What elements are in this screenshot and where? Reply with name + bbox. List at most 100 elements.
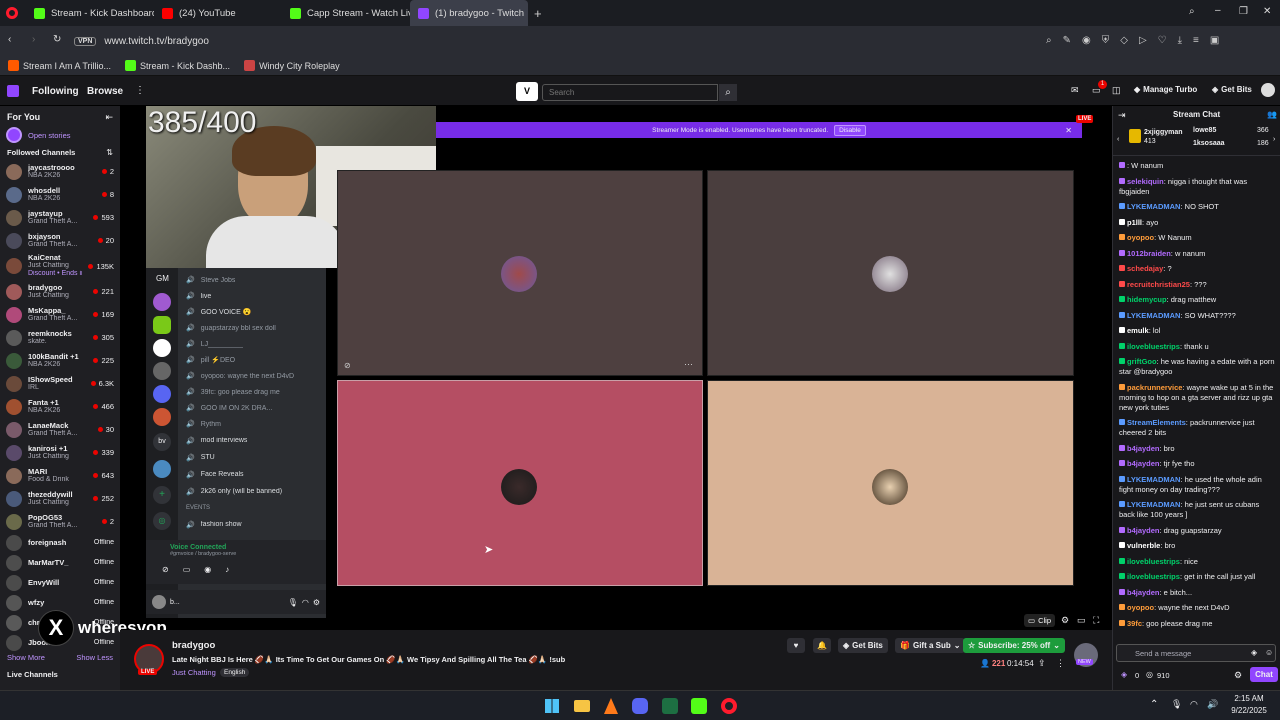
notification-bell-button[interactable]: 🔔 <box>813 638 831 653</box>
forward-icon[interactable]: › <box>32 35 35 45</box>
download-icon[interactable]: ⤓ <box>1178 35 1182 46</box>
discord-taskbar-icon[interactable] <box>632 698 648 714</box>
server-icon-6[interactable] <box>153 408 171 426</box>
chat-username[interactable]: ilovebluestrips <box>1127 557 1180 566</box>
bits-input-icon[interactable]: ◈ <box>1251 648 1257 657</box>
discord-channel-row[interactable]: 🔊 mod interviews <box>186 432 322 449</box>
server-icon-2[interactable] <box>153 316 171 334</box>
chat-username[interactable]: 1012braiden <box>1127 249 1171 258</box>
server-gm[interactable]: GM <box>156 274 169 283</box>
nav-browse[interactable]: Browse <box>87 86 123 97</box>
follow-heart-button[interactable]: ♥ <box>787 638 805 653</box>
discord-channel-row[interactable]: 🔊 STU <box>186 449 322 466</box>
more-icon[interactable]: ⋮ <box>135 85 145 96</box>
tray-chevron-icon[interactable]: ⌃ <box>1150 699 1158 710</box>
sidebar-channel[interactable]: 100kBandit +1 NBA 2K26 225 <box>0 349 120 372</box>
wallet-icon[interactable]: ▣ <box>1210 35 1219 46</box>
chat-username[interactable]: vulnerble <box>1127 541 1160 550</box>
tab-twitch-bradygoo[interactable]: (1) bradygoo - Twitch <box>410 0 528 26</box>
chat-username[interactable]: oyopoo <box>1127 603 1154 612</box>
tab-capp-stream[interactable]: Capp Stream - Watch Live <box>282 0 410 26</box>
mic-icon[interactable]: 🎙 <box>288 598 298 607</box>
activity-icon[interactable]: ◉ <box>204 565 211 574</box>
sidebar-channel[interactable]: whosdell NBA 2K26 8 <box>0 183 120 206</box>
screen-share-icon[interactable]: ▭ <box>183 565 191 574</box>
server-icon-7[interactable] <box>153 460 171 478</box>
chat-username[interactable]: 39fc <box>1127 619 1142 628</box>
gift-sub-button[interactable]: 🎁 Gift a Sub ⌄ <box>895 638 966 653</box>
sidebar-channel[interactable]: PopOG53 Grand Theft A... 2 <box>0 510 120 533</box>
menu-icon[interactable]: ≡ <box>1193 35 1199 46</box>
sidebar-channel[interactable]: KaiCenatJust ChattingDiscount • Ends in … <box>0 252 120 280</box>
tile-more-icon[interactable]: ⋯ <box>684 359 693 370</box>
sidebar-channel[interactable]: jaycastroooo NBA 2K26 2 <box>0 160 120 183</box>
discord-channel-row[interactable]: 🔊 GOO IM ON 2K DRA... <box>186 400 322 416</box>
open-stories[interactable]: Open stories <box>0 125 120 145</box>
sidebar-channel[interactable]: bxjayson Grand Theft A... 20 <box>0 229 120 252</box>
search-icon[interactable]: ⌕ <box>1046 35 1052 46</box>
channel-name[interactable]: bradygoo <box>172 640 215 651</box>
show-more-link[interactable]: Show More <box>7 653 45 662</box>
call-tile-4[interactable] <box>707 380 1074 586</box>
search-button[interactable]: ⌕ <box>719 84 737 101</box>
get-bits-info-button[interactable]: ◈ Get Bits <box>838 638 888 653</box>
chat-username[interactable]: LYKEMADMAN <box>1127 202 1180 211</box>
sidebar-channel-offline[interactable]: EnvyWill Offline <box>0 573 120 593</box>
sidebar-channel[interactable]: thezeddywill Just Chatting 252 <box>0 487 120 510</box>
discover-icon[interactable]: ◎ <box>153 512 171 530</box>
bookmark-3[interactable]: Windy City Roleplay <box>244 60 340 71</box>
video-player[interactable]: 385/400 Streamer Mode is enabled. Userna… <box>38 106 1112 646</box>
user-avatar[interactable] <box>1261 83 1275 97</box>
minimize-button[interactable]: – <box>1215 6 1221 16</box>
chat-username[interactable]: recruitchristian25 <box>1127 280 1190 289</box>
emote-icon[interactable]: ☺ <box>1265 648 1273 657</box>
chat-username[interactable]: griftGoo <box>1127 357 1157 366</box>
tab-youtube[interactable]: (24) YouTube <box>154 0 282 26</box>
discord-channel-row[interactable]: 🔊 Steve Jobs <box>186 272 322 288</box>
sidebar-channel[interactable]: kanirosi +1 Just Chatting 339 <box>0 441 120 464</box>
start-icon[interactable] <box>545 699 559 713</box>
file-explorer-icon[interactable] <box>574 700 590 712</box>
sidebar-channel[interactable]: LanaeMack Grand Theft A... 30 <box>0 418 120 441</box>
soundboard-icon[interactable]: ♪ <box>225 565 229 574</box>
chat-username[interactable]: b4jayden <box>1127 526 1160 535</box>
play-icon[interactable]: ▷ <box>1139 35 1147 46</box>
chat-username[interactable]: b4jayden <box>1127 459 1160 468</box>
chat-username[interactable]: schedajay <box>1127 264 1163 273</box>
chat-username[interactable]: StreamElements <box>1127 418 1186 427</box>
chat-username[interactable]: p1lll <box>1127 218 1142 227</box>
back-icon[interactable]: ‹ <box>8 35 11 45</box>
opera-logo-icon[interactable] <box>6 7 18 19</box>
vpn-badge[interactable]: VPN <box>74 36 97 46</box>
heart-icon[interactable]: ♡ <box>1158 35 1167 46</box>
banner-close-icon[interactable]: ✕ <box>1065 126 1072 135</box>
crown-icon[interactable]: ◫ <box>1112 85 1121 96</box>
sidebar-channel[interactable]: reemknocks skate. 305 <box>0 326 120 349</box>
server-icon-bv[interactable]: bv <box>153 433 171 451</box>
discord-channel-row[interactable]: 🔊 39fc: goo please drag me <box>186 384 322 400</box>
get-bits-button[interactable]: ◈ Get Bits <box>1212 85 1252 94</box>
chat-send-button[interactable]: Chat <box>1250 667 1278 682</box>
server-icon-1[interactable] <box>153 293 171 311</box>
headset-icon[interactable]: ◠ <box>302 598 309 607</box>
discord-channel-row[interactable]: 🔊 fashion show <box>186 516 322 533</box>
discord-channel-row[interactable]: 🔊 Rythm <box>186 416 322 432</box>
kick-taskbar-icon[interactable] <box>691 698 707 714</box>
bookmark-2[interactable]: Stream - Kick Dashb... <box>125 60 230 71</box>
chat-username[interactable]: LYKEMADMAN <box>1127 500 1180 509</box>
show-less-link[interactable]: Show Less <box>76 653 113 662</box>
new-tab-button[interactable]: + <box>534 6 542 21</box>
chat-username[interactable]: ilovebluestrips <box>1127 342 1180 351</box>
fullscreen-icon[interactable]: ⛶ <box>1093 615 1099 626</box>
sidebar-channel-offline[interactable]: foreignash Offline <box>0 533 120 553</box>
discord-user-avatar[interactable] <box>152 595 166 609</box>
discord-channel-row[interactable]: 🔊 Face Reveals <box>186 466 322 483</box>
chat-input[interactable]: Send a message ◈ ☺ <box>1116 644 1276 662</box>
collapse-chat-icon[interactable]: ⇥ <box>1118 110 1126 121</box>
mic-tray-icon[interactable]: 🎙 <box>1171 699 1182 710</box>
discord-channel-row[interactable]: 🔊 guapstarzay bbl sex doll <box>186 320 322 336</box>
shield-icon[interactable]: ⛨ <box>1102 35 1110 46</box>
chat-username[interactable]: selekiquin <box>1127 177 1164 186</box>
excel-icon[interactable] <box>662 698 678 714</box>
chat-username[interactable]: LYKEMADMAN <box>1127 475 1180 484</box>
